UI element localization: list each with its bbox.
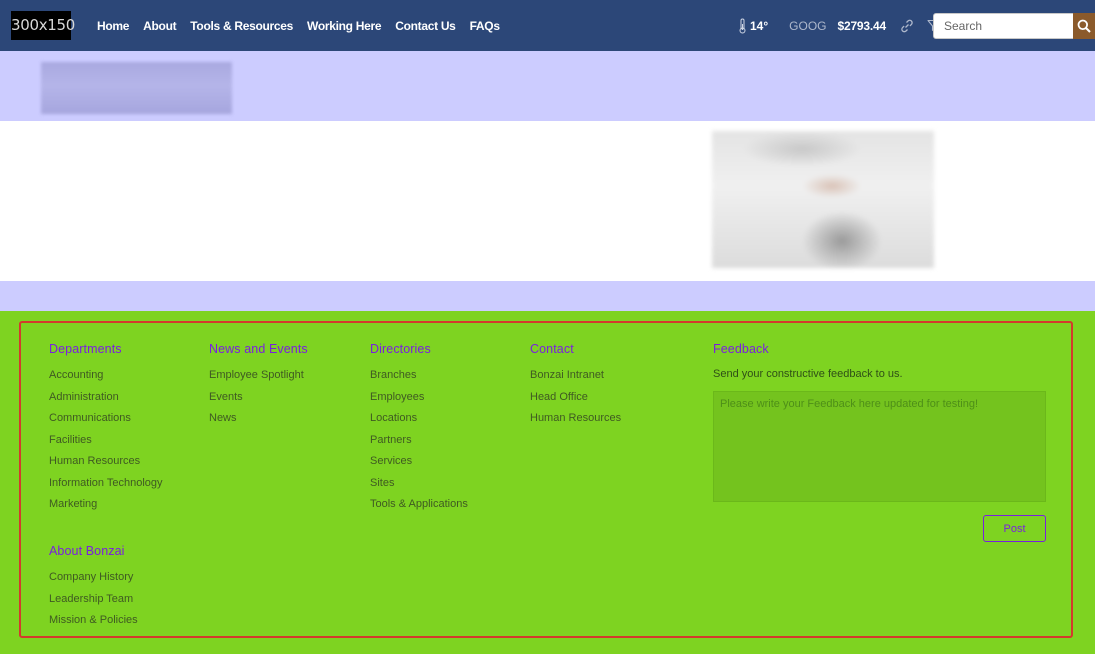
main-nav: Home About Tools & Resources Working Her… <box>97 0 514 51</box>
footer-link[interactable]: Mission & Policies <box>49 613 138 635</box>
feedback-description: Send your constructive feedback to us. <box>713 368 903 380</box>
stock-symbol: GOOG <box>789 18 827 33</box>
footer-link[interactable]: Information Technology <box>49 476 163 498</box>
footer-link[interactable]: Services <box>370 454 468 476</box>
lower-band <box>0 281 1095 311</box>
logo[interactable]: 300x150 <box>11 11 75 40</box>
footer-link[interactable]: Branches <box>370 368 468 390</box>
footer-link[interactable]: Facilities <box>49 433 163 455</box>
footer-col-about: About Bonzai Company History Leadership … <box>49 544 138 635</box>
nav-tools-resources[interactable]: Tools & Resources <box>190 19 293 33</box>
thermometer-icon <box>739 18 746 33</box>
stock-price: $2793.44 <box>837 18 887 33</box>
footer-link[interactable]: Head Office <box>530 390 621 412</box>
top-nav-bar: 300x150 Home About Tools & Resources Wor… <box>0 0 1095 51</box>
footer-heading-directories: Directories <box>370 342 431 356</box>
footer-heading-contact: Contact <box>530 342 574 356</box>
footer-link[interactable]: Partners <box>370 433 468 455</box>
footer-heading-feedback: Feedback <box>713 342 769 356</box>
blurred-photo <box>712 131 934 268</box>
blurred-banner-image <box>41 62 232 114</box>
footer-link[interactable]: Events <box>209 390 308 412</box>
nav-contact-us[interactable]: Contact Us <box>395 19 456 33</box>
header-tools: 14° GOOG $2793.44 <box>738 0 940 51</box>
footer-link[interactable]: Company History <box>49 570 138 592</box>
footer-link[interactable]: Human Resources <box>530 411 621 433</box>
footer-heading-news: News and Events <box>209 342 308 356</box>
footer-link[interactable]: News <box>209 411 308 433</box>
footer-col-departments: Departments Accounting Administration Co… <box>49 342 163 519</box>
link-icon[interactable] <box>900 19 914 33</box>
footer-col-news: News and Events Employee Spotlight Event… <box>209 342 308 433</box>
footer-link[interactable]: Sites <box>370 476 468 498</box>
footer-col-contact: Contact Bonzai Intranet Head Office Huma… <box>530 342 621 433</box>
temperature-value: 14° <box>750 18 769 33</box>
nav-about[interactable]: About <box>143 19 176 33</box>
footer-col-feedback: Feedback Send your constructive feedback… <box>713 342 903 390</box>
nav-home[interactable]: Home <box>97 19 129 33</box>
search-button[interactable] <box>1073 13 1095 39</box>
footer-heading-departments: Departments <box>49 342 122 356</box>
footer-link[interactable]: Locations <box>370 411 468 433</box>
weather-widget: 14° <box>738 18 768 34</box>
footer-link[interactable]: Marketing <box>49 497 163 519</box>
footer-link[interactable]: Human Resources <box>49 454 163 476</box>
nav-working-here[interactable]: Working Here <box>307 19 382 33</box>
footer-link[interactable]: Tools & Applications <box>370 497 468 519</box>
footer-link[interactable]: Employees <box>370 390 468 412</box>
footer-heading-about: About Bonzai <box>49 544 125 558</box>
search-input[interactable] <box>933 13 1074 39</box>
footer-link[interactable]: Administration <box>49 390 163 412</box>
footer-link[interactable]: Employee Spotlight <box>209 368 308 390</box>
footer-link[interactable]: Leadership Team <box>49 592 138 614</box>
footer-link[interactable]: Bonzai Intranet <box>530 368 621 390</box>
post-button[interactable]: Post <box>983 515 1046 542</box>
footer-link[interactable]: Accounting <box>49 368 163 390</box>
footer-col-directories: Directories Branches Employees Locations… <box>370 342 468 519</box>
nav-faqs[interactable]: FAQs <box>470 19 500 33</box>
search-icon <box>1077 19 1091 33</box>
footer-link[interactable]: Communications <box>49 411 163 433</box>
feedback-textarea[interactable] <box>713 391 1046 502</box>
